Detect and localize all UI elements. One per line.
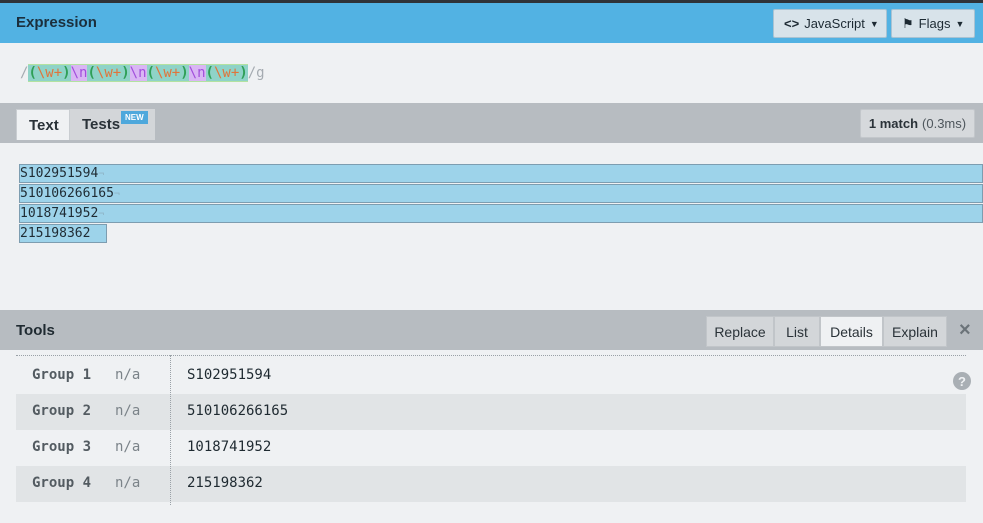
flavor-label: JavaScript xyxy=(804,16,865,31)
newline-marker: ¬ xyxy=(98,209,105,220)
group-token: \w+ xyxy=(36,65,63,81)
tab-tests-label: Tests xyxy=(82,116,121,133)
caret-down-icon: ▼ xyxy=(869,18,879,29)
code-icon: <> xyxy=(784,16,800,31)
tab-details[interactable]: Details xyxy=(820,316,883,347)
newline-token: \n xyxy=(188,65,206,81)
table-row: Group 1 n/a S102951594 xyxy=(32,367,272,383)
group-token: \w+ xyxy=(95,65,122,81)
divider xyxy=(16,355,966,356)
table-row: Group 2 n/a 510106266165 xyxy=(16,394,966,430)
expression-flags-delimiter: /g xyxy=(247,65,265,81)
help-icon[interactable]: ? xyxy=(953,372,971,390)
tab-list[interactable]: List xyxy=(774,316,820,347)
match-highlight xyxy=(19,184,983,203)
tab-text[interactable]: Text xyxy=(16,109,70,140)
text-panel-header: Text Tests NEW 1 match (0.3ms) xyxy=(0,103,983,143)
tab-explain[interactable]: Explain xyxy=(883,316,947,347)
newline-marker: ¬ xyxy=(98,169,105,180)
close-icon[interactable]: × xyxy=(959,319,971,342)
test-text-editor[interactable]: S102951594¬ 510106266165¬ 1018741952¬ 21… xyxy=(0,143,983,310)
flag-icon: ⚑ xyxy=(902,15,914,31)
match-count-badge[interactable]: 1 match (0.3ms) xyxy=(860,109,975,138)
group-token: \w+ xyxy=(213,65,240,81)
newline-token: \n xyxy=(129,65,147,81)
text-line: 510106266165¬ xyxy=(20,186,120,201)
expression-title: Expression xyxy=(16,14,97,31)
group-token: \w+ xyxy=(154,65,181,81)
flags-label: Flags xyxy=(918,16,951,31)
tab-replace[interactable]: Replace xyxy=(706,316,774,347)
newline-marker: ¬ xyxy=(113,189,120,200)
match-highlight xyxy=(19,204,983,223)
details-panel: Group 1 n/a S102951594 Group 2 n/a 51010… xyxy=(0,350,983,523)
text-line: 215198362 xyxy=(20,226,91,241)
expression-text[interactable]: /(\w+)\n(\w+)\n(\w+)\n(\w+)/g xyxy=(20,64,265,82)
column-divider xyxy=(170,355,171,505)
expression-editor[interactable]: /(\w+)\n(\w+)\n(\w+)\n(\w+)/g xyxy=(0,43,983,103)
caret-down-icon: ▼ xyxy=(955,18,965,29)
table-row: Group 3 n/a 1018741952 xyxy=(32,439,272,455)
tab-tests[interactable]: Tests NEW xyxy=(70,109,155,140)
expression-header: Expression <> JavaScript ▼ ⚑ Flags ▼ xyxy=(0,3,983,43)
newline-token: \n xyxy=(70,65,88,81)
match-count: 1 match xyxy=(868,116,919,131)
flags-button[interactable]: ⚑ Flags ▼ xyxy=(891,9,975,38)
table-row: Group 4 n/a 215198362 xyxy=(16,466,966,502)
flavor-button[interactable]: <> JavaScript ▼ xyxy=(773,9,887,38)
text-line: 1018741952¬ xyxy=(20,206,105,221)
match-time: (0.3ms) xyxy=(922,116,967,131)
text-line: S102951594¬ xyxy=(20,166,105,181)
tools-header: Tools Replace List Details Explain × xyxy=(0,310,983,350)
new-badge: NEW xyxy=(121,111,148,124)
tools-title: Tools xyxy=(16,322,55,339)
match-highlight xyxy=(19,164,983,183)
